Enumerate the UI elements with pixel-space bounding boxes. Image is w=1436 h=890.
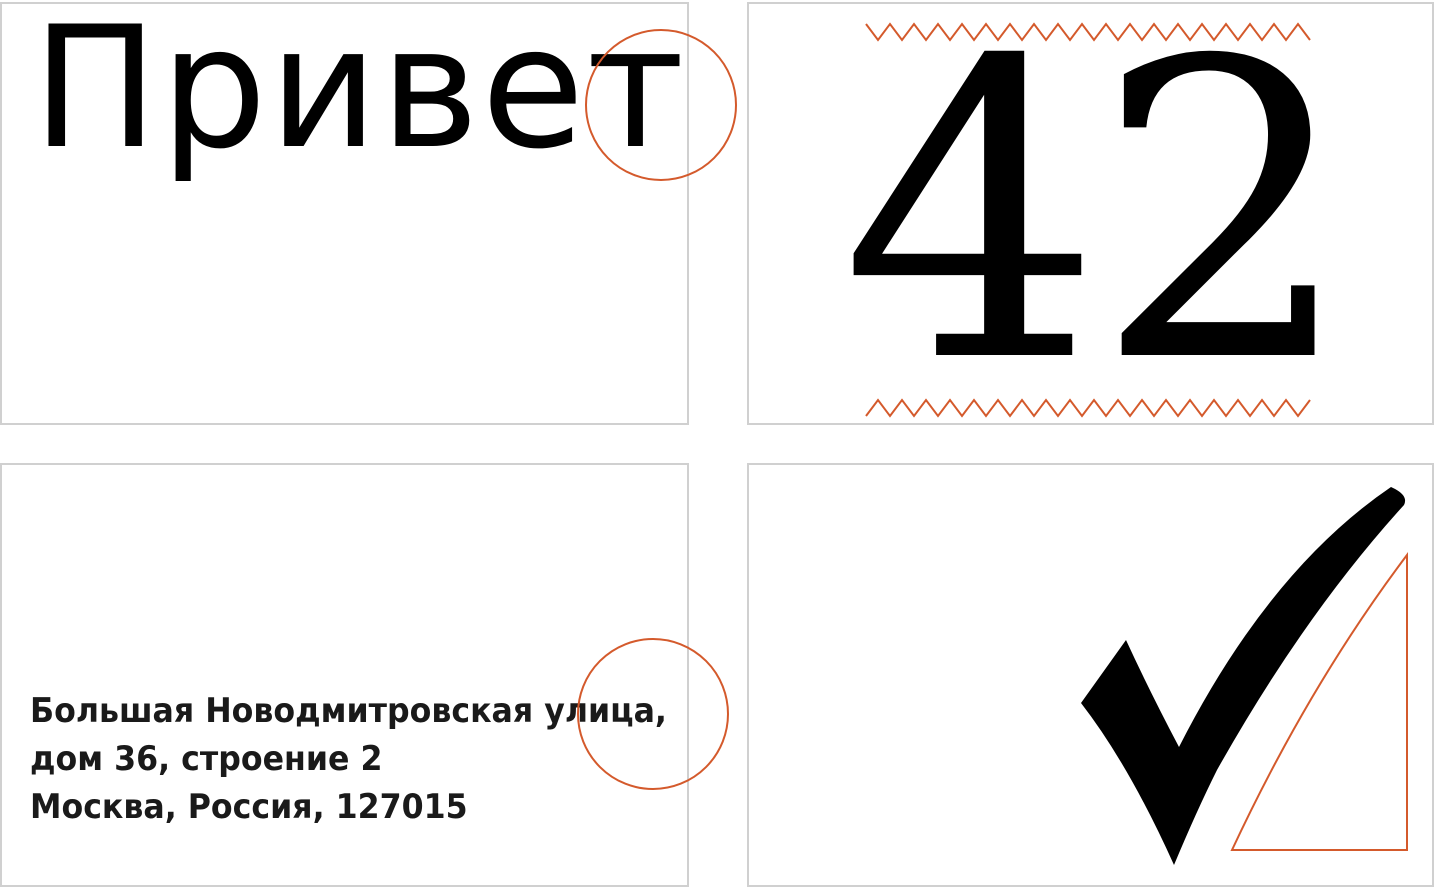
greeting-panel: Привет — [0, 2, 689, 425]
checkmark-shape — [1081, 487, 1406, 865]
greeting-text: Привет — [32, 2, 687, 186]
address-panel: Большая Новодмитровская улица, дом 36, с… — [0, 463, 689, 887]
address-block: Большая Новодмитровская улица, дом 36, с… — [30, 687, 667, 831]
address-line-2: дом 36, строение 2 — [30, 739, 383, 779]
address-line-3: Москва, Россия, 127015 — [30, 787, 468, 827]
number-panel: 42 — [747, 2, 1434, 425]
checkmark-panel — [747, 463, 1434, 887]
checkmark-icon — [1081, 487, 1408, 865]
address-line-1: Большая Новодмитровская улица, — [30, 691, 667, 731]
number-text: 42 — [841, 2, 1355, 425]
